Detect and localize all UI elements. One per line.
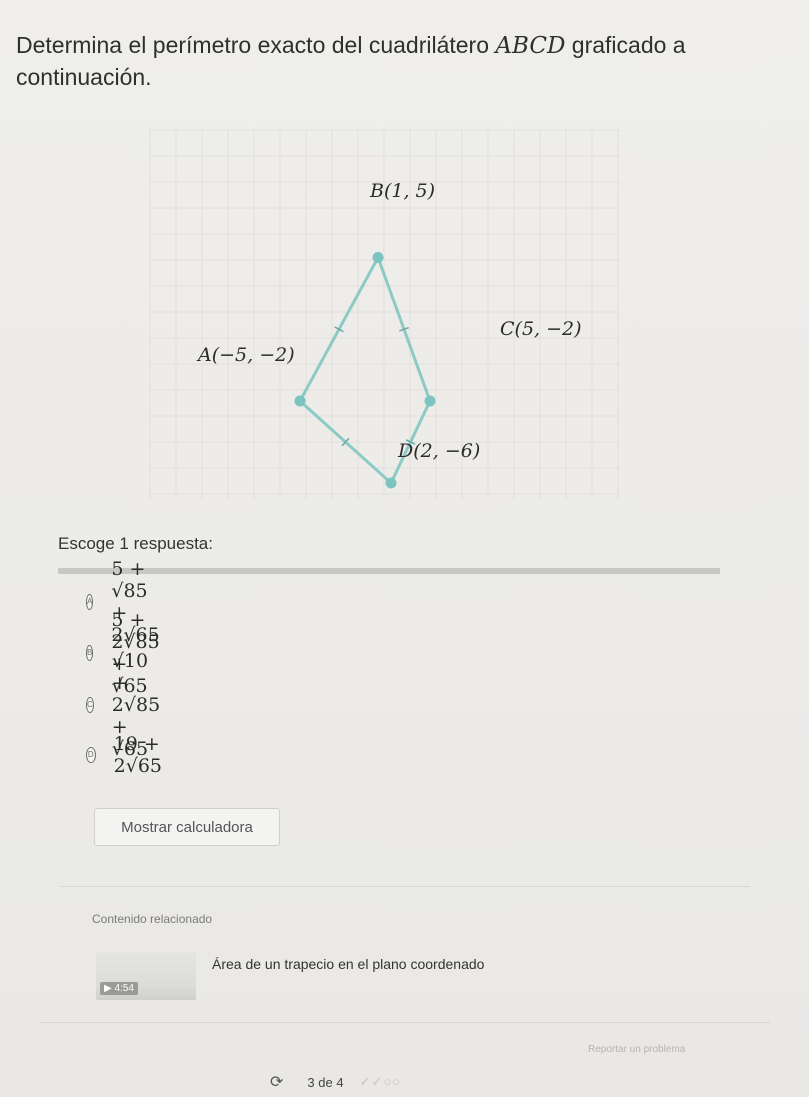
- vertex-point-c: [424, 395, 436, 407]
- section-separator-lower: [40, 1022, 770, 1023]
- answer-prompt: Escoge 1 respuesta:: [58, 534, 213, 553]
- radio-d[interactable]: D: [86, 747, 96, 763]
- option-c[interactable]: C √10 + 2√85 + √65: [86, 650, 168, 760]
- radio-b[interactable]: B: [86, 645, 94, 661]
- point-label-c: C(5, −2): [500, 318, 582, 340]
- tick-marks: [334, 326, 416, 447]
- progress-text: 3 de 4: [307, 1074, 344, 1090]
- vertex-point-a: [294, 395, 306, 407]
- vertex-point-b: [372, 252, 384, 263]
- related-video-link[interactable]: Área de un trapecio en el plano coordena…: [212, 956, 484, 972]
- video-duration-badge: ▶ 4:54: [100, 982, 138, 995]
- footer-navigation: ⟳ 3 de 4 ✓✓○○: [270, 1072, 401, 1092]
- coordinate-graph: B(1, 5) C(5, −2) A(−5, −2) D(2, −6): [0, 0, 809, 520]
- report-problem-link[interactable]: Reportar un problema: [588, 1044, 685, 1055]
- radio-a[interactable]: A: [86, 594, 94, 610]
- point-label-d: D(2, −6): [398, 440, 481, 462]
- section-separator: [60, 886, 750, 887]
- point-label-b: B(1, 5): [370, 180, 436, 202]
- progress-dots: ✓✓○○: [359, 1074, 402, 1089]
- radio-c[interactable]: C: [86, 697, 94, 713]
- vertex-point-d: [385, 477, 397, 489]
- related-content-title: Contenido relacionado: [92, 912, 213, 926]
- option-d-text: 19 + 2√65: [113, 733, 162, 777]
- show-calculator-button[interactable]: Mostrar calculadora: [94, 808, 280, 846]
- point-label-a: A(−5, −2): [198, 344, 295, 366]
- refresh-icon[interactable]: ⟳: [270, 1072, 283, 1092]
- video-thumbnail[interactable]: ▶ 4:54: [96, 952, 196, 1000]
- option-d[interactable]: D 19 + 2√65: [86, 733, 168, 777]
- exercise-page: Determina el perímetro exacto del cuadri…: [0, 0, 809, 1097]
